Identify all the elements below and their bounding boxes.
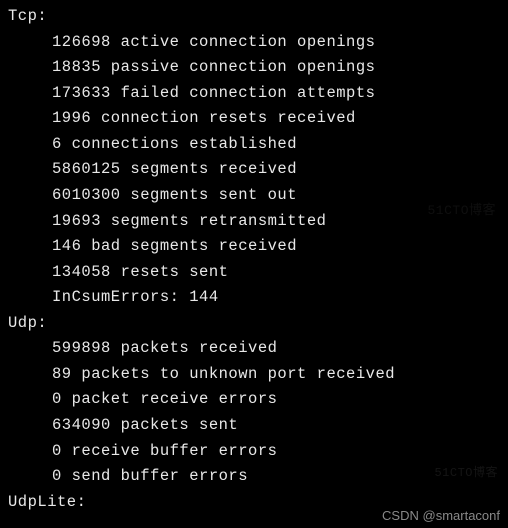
tcp-stat-line: 19693 segments retransmitted (8, 209, 500, 235)
tcp-stat-line: 134058 resets sent (8, 260, 500, 286)
udp-section-header: Udp: (8, 311, 500, 337)
udp-stat-line: 634090 packets sent (8, 413, 500, 439)
tcp-stat-line: 146 bad segments received (8, 234, 500, 260)
tcp-stat-line: 5860125 segments received (8, 157, 500, 183)
tcp-stat-line: 6 connections established (8, 132, 500, 158)
tcp-stat-line: 173633 failed connection attempts (8, 81, 500, 107)
tcp-stat-line: 126698 active connection openings (8, 30, 500, 56)
udp-stat-line: 89 packets to unknown port received (8, 362, 500, 388)
tcp-stat-line: InCsumErrors: 144 (8, 285, 500, 311)
tcp-section-header: Tcp: (8, 4, 500, 30)
udp-stat-line: 0 packet receive errors (8, 387, 500, 413)
tcp-stat-line: 18835 passive connection openings (8, 55, 500, 81)
udp-stat-line: 0 send buffer errors (8, 464, 500, 490)
footer-credit: CSDN @smartaconf (382, 505, 500, 526)
udp-stat-line: 0 receive buffer errors (8, 439, 500, 465)
udp-stat-line: 599898 packets received (8, 336, 500, 362)
tcp-stat-line: 1996 connection resets received (8, 106, 500, 132)
tcp-stat-line: 6010300 segments sent out (8, 183, 500, 209)
